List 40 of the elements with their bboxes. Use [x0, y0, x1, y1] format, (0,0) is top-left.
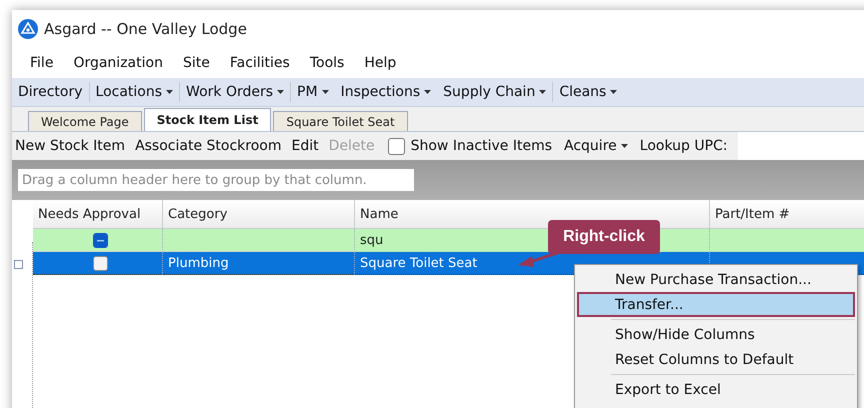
tab[interactable]: Square Toilet Seat	[273, 111, 408, 131]
table-cell: Plumbing	[163, 252, 355, 275]
menu-item[interactable]: File	[20, 55, 64, 71]
nav-menu[interactable]: PM	[291, 84, 335, 100]
tab[interactable]: Stock Item List	[144, 108, 272, 131]
expand-icon[interactable]	[14, 260, 23, 269]
nav-menu[interactable]: Inspections	[334, 84, 438, 100]
menu-item[interactable]: Reset Columns to Default	[577, 347, 855, 372]
nav-menu[interactable]: Work Orders	[180, 84, 290, 100]
filter-cell[interactable]	[710, 229, 864, 252]
nav-menu[interactable]: Locations	[90, 84, 180, 100]
callout-tooltip: Right-click	[548, 220, 660, 254]
toolbar-button[interactable]: New Stock Item	[12, 138, 128, 154]
window-title: Asgard -- One Valley Lodge	[44, 20, 247, 38]
lookup-label: Lookup UPC:	[638, 138, 729, 154]
caret-icon	[620, 144, 628, 148]
nav-menu[interactable]: Directory	[12, 84, 89, 100]
checkbox[interactable]	[92, 256, 108, 270]
toolbar-button[interactable]: Edit	[288, 138, 322, 154]
acquire-dropdown[interactable]: Acquire	[558, 138, 634, 154]
menu-item[interactable]: Tools	[300, 55, 354, 71]
group-by-field[interactable]: Drag a column header here to group by that column.	[18, 169, 414, 191]
app-logo-icon	[18, 19, 38, 39]
menu-item[interactable]: Show/Hide Columns	[577, 322, 855, 347]
column-header[interactable]: Needs Approval	[33, 200, 163, 229]
tab[interactable]: Welcome Page	[28, 111, 142, 131]
filter-cell[interactable]	[163, 229, 355, 252]
menu-item[interactable]: Export to Excel	[577, 377, 855, 402]
menu-item[interactable]: Organization	[63, 55, 173, 71]
checkbox[interactable]	[388, 138, 405, 154]
column-header[interactable]: Name	[355, 200, 710, 229]
column-header[interactable]: Category	[163, 200, 355, 229]
menu-item[interactable]: Site	[172, 55, 220, 71]
menu-item[interactable]: Facilities	[220, 55, 300, 71]
toolbar-button[interactable]: Associate Stockroom	[132, 138, 284, 154]
nav-menu[interactable]: Supply Chain	[437, 84, 552, 100]
menu-item[interactable]: Transfer...	[577, 292, 855, 317]
checkbox-label: Show Inactive Items	[410, 138, 552, 154]
nav-menu[interactable]: Cleans	[553, 84, 624, 100]
menu-item[interactable]: Help	[354, 55, 406, 71]
